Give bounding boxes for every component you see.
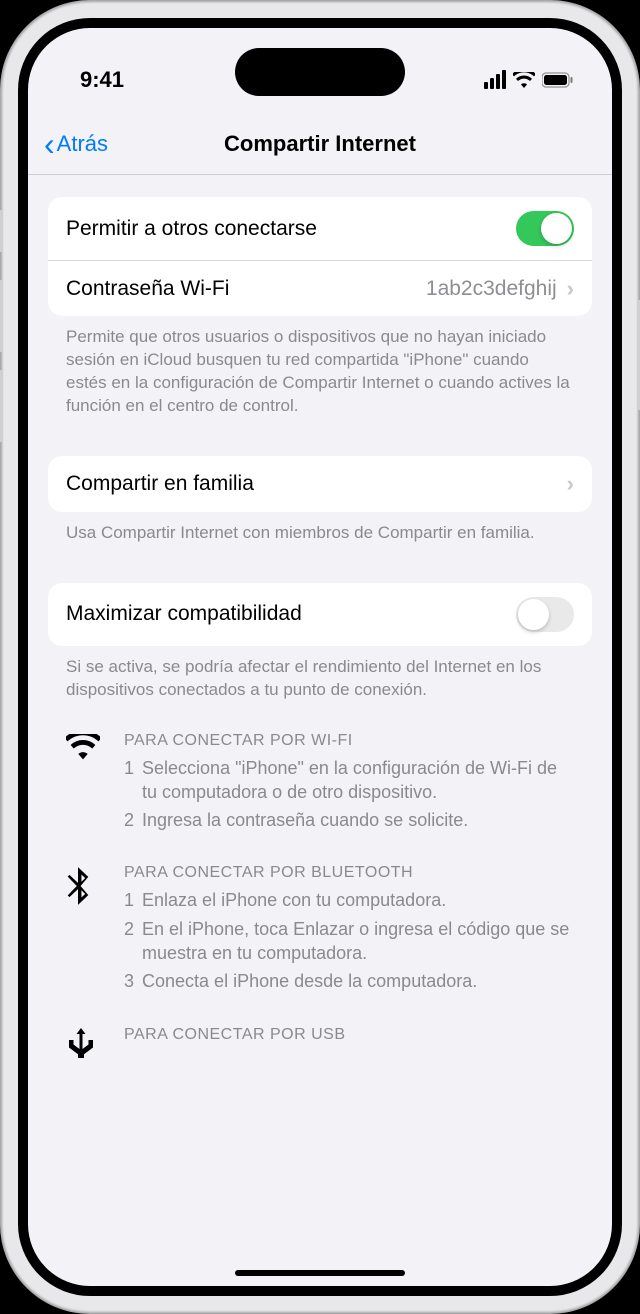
cellular-signal-icon <box>484 70 506 89</box>
wifi-step-1: 1Selecciona "iPhone" en la configuración… <box>124 756 574 805</box>
page-title: Compartir Internet <box>224 131 416 157</box>
back-label: Atrás <box>57 131 108 157</box>
allow-others-toggle[interactable] <box>516 211 574 246</box>
chevron-right-icon: › <box>567 276 574 302</box>
chevron-left-icon: ‹ <box>44 128 55 160</box>
wifi-step-2: 2Ingresa la contraseña cuando se solicit… <box>124 808 574 832</box>
wifi-password-row[interactable]: Contraseña Wi-Fi 1ab2c3defghij › <box>48 260 592 316</box>
family-group: Compartir en familia › <box>48 456 592 512</box>
home-indicator[interactable] <box>235 1270 405 1276</box>
wifi-password-label: Contraseña Wi-Fi <box>66 277 426 301</box>
allow-others-label: Permitir a otros conectarse <box>66 217 516 241</box>
bluetooth-icon <box>66 864 102 997</box>
back-button[interactable]: ‹ Atrás <box>44 128 108 160</box>
wifi-icon <box>513 72 535 88</box>
wifi-password-value: 1ab2c3defghij <box>426 277 557 301</box>
family-sharing-label: Compartir en familia <box>66 472 557 496</box>
maximize-compatibility-label: Maximizar compatibilidad <box>66 602 516 626</box>
usb-instructions: PARA CONECTAR POR USB <box>66 1026 574 1063</box>
wifi-instructions: PARA CONECTAR POR WI-FI 1Selecciona "iPh… <box>66 732 574 837</box>
allow-others-row: Permitir a otros conectarse <box>48 197 592 260</box>
allow-others-footer: Permite que otros usuarios o dispositivo… <box>48 316 592 418</box>
maximize-compatibility-row: Maximizar compatibilidad <box>48 583 592 646</box>
dynamic-island <box>235 48 405 96</box>
chevron-right-icon: › <box>567 471 574 497</box>
maximize-compatibility-toggle[interactable] <box>516 597 574 632</box>
battery-icon <box>542 72 574 88</box>
hotspot-group: Permitir a otros conectarse Contraseña W… <box>48 197 592 316</box>
family-sharing-row[interactable]: Compartir en familia › <box>48 456 592 512</box>
usb-instructions-title: PARA CONECTAR POR USB <box>124 1026 574 1044</box>
compatibility-group: Maximizar compatibilidad <box>48 583 592 646</box>
usb-icon <box>66 1026 102 1063</box>
bluetooth-instructions: PARA CONECTAR POR BLUETOOTH 1Enlaza el i… <box>66 864 574 997</box>
maximize-compatibility-footer: Si se activa, se podría afectar el rendi… <box>48 646 592 702</box>
bluetooth-step-2: 2En el iPhone, toca Enlazar o ingresa el… <box>124 917 574 966</box>
status-time: 9:41 <box>66 67 124 93</box>
bluetooth-instructions-title: PARA CONECTAR POR BLUETOOTH <box>124 864 574 882</box>
bluetooth-step-3: 3Conecta el iPhone desde la computadora. <box>124 969 574 993</box>
wifi-instructions-title: PARA CONECTAR POR WI-FI <box>124 732 574 750</box>
wifi-icon <box>66 732 102 837</box>
nav-header: ‹ Atrás Compartir Internet <box>28 113 612 175</box>
bluetooth-step-1: 1Enlaza el iPhone con tu computadora. <box>124 888 574 912</box>
family-sharing-footer: Usa Compartir Internet con miembros de C… <box>48 512 592 545</box>
